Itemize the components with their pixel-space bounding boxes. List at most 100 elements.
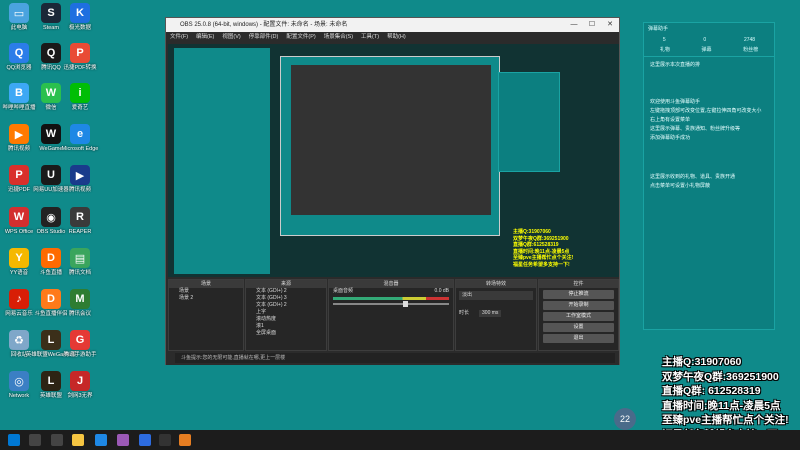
transition-select[interactable]: 淡出 bbox=[459, 291, 533, 300]
desktop-icon[interactable]: P 迅捷PDF转换 bbox=[62, 43, 98, 72]
transitions-dock: 转场特效 淡出 时长 300 ms bbox=[455, 279, 537, 351]
desktop-icon[interactable]: B 哔哩哔哩直播 bbox=[1, 83, 37, 112]
desktop-icon-label: 腾讯视频 bbox=[7, 146, 30, 152]
desktop-icon-label: WeGame bbox=[39, 146, 63, 152]
preview-overlay-text: 主播Q:31907060 双梦午夜Q群:369251900 直播Q群:6125283… bbox=[513, 229, 573, 268]
panel-text-bottom: 这里展示收到的礼物、道具、贵族开通 点击菜单可设置小礼物屏蔽 bbox=[644, 173, 774, 191]
source-item[interactable]: 上字 bbox=[246, 309, 326, 316]
desktop-icon-label: 网易云音乐 bbox=[5, 311, 33, 317]
window-title: OBS 25.0.8 (64-bit, windows) - 配置文件: 未命名… bbox=[180, 22, 348, 28]
desktop-icon[interactable]: Y YY语音 bbox=[1, 248, 37, 277]
scenes-dock: 场景 场景 场景 2 bbox=[168, 279, 244, 351]
desktop-icon[interactable]: i 爱奇艺 bbox=[62, 83, 98, 112]
preview-panel bbox=[498, 72, 560, 172]
menu-item[interactable]: 停靠部件(D) bbox=[249, 32, 279, 43]
source-item[interactable]: 文本 (GDI+) 2 bbox=[246, 302, 326, 309]
overlay-line: 至臻pve主播帮忙点个关注! bbox=[662, 414, 789, 426]
desktop-icon[interactable]: ▶ 腾讯视频 bbox=[1, 124, 37, 153]
danmaku-panel[interactable]: 弹幕助手 5 0 2748 礼物 弹幕 粉丝榜 这里展示本次直播的排 欢迎使用斗鱼弹幕助… bbox=[643, 22, 775, 330]
obs-window[interactable]: OBS 25.0.8 (64-bit, windows) - 配置文件: 未命名… bbox=[165, 17, 620, 365]
menu-item[interactable]: 视图(V) bbox=[222, 32, 240, 43]
desktop-icon-label: 腾讯QQ bbox=[41, 65, 61, 71]
obs-preview[interactable]: 主播Q:31907060 双梦午夜Q群:369251900 直播Q群:6125283… bbox=[168, 44, 619, 277]
panel-tab[interactable]: 弹幕 bbox=[701, 46, 711, 53]
panel-line: 这里展示弹幕、贵族通知、粉丝牌升级等 bbox=[650, 126, 741, 132]
search-icon[interactable] bbox=[29, 434, 41, 446]
overlay-line: 双梦午夜Q群:369251900 bbox=[662, 370, 779, 383]
source-item[interactable]: 滚动热度 bbox=[246, 316, 326, 323]
menu-item[interactable]: 工具(T) bbox=[361, 32, 379, 43]
panel-tab[interactable]: 礼物 bbox=[660, 46, 670, 53]
file-explorer-icon[interactable] bbox=[72, 434, 84, 446]
duration-label: 时长 bbox=[459, 310, 470, 316]
source-item[interactable]: 文本 (GDI+) 3 bbox=[246, 295, 326, 302]
mixer-volume-slider[interactable] bbox=[333, 301, 449, 307]
photoshop-icon[interactable] bbox=[139, 434, 151, 446]
bilibili-live-icon: B bbox=[9, 83, 29, 103]
desktop-icon-label: 极光数据 bbox=[68, 25, 91, 31]
tencent-docs-icon: ▤ bbox=[70, 248, 90, 268]
menu-item[interactable]: 场景集合(S) bbox=[324, 32, 353, 43]
menu-item[interactable]: 文件(F) bbox=[170, 32, 188, 43]
preview-line: 至臻pve主播帮忙点个关注! bbox=[513, 255, 574, 261]
overlay-line: 主播Q:31907060 bbox=[662, 356, 742, 368]
menu-item[interactable]: 帮助(H) bbox=[387, 32, 406, 43]
control-button[interactable]: 退出 bbox=[543, 334, 614, 343]
desktop-icon-label: 腾讯视频 bbox=[68, 187, 91, 193]
desktop-icon[interactable]: W WPS Office bbox=[1, 207, 37, 236]
menu-item[interactable]: 配置文件(P) bbox=[286, 32, 315, 43]
obs-icon: ◉ bbox=[41, 207, 61, 227]
source-item[interactable]: 全屏桌面 bbox=[246, 330, 326, 337]
panel-stat: 0 bbox=[703, 37, 707, 43]
desktop-icon[interactable]: R REAPER bbox=[62, 207, 98, 236]
desktop-icon[interactable]: J 剑网3无界 bbox=[62, 371, 98, 400]
control-button[interactable]: 停止推流 bbox=[543, 290, 614, 299]
desktop-icon[interactable]: ◎ Network bbox=[1, 371, 37, 400]
obs-icon[interactable] bbox=[159, 434, 171, 446]
qq-browser-icon: Q bbox=[9, 43, 29, 63]
stream-overlay-text: 主播Q:31907060 双梦午夜Q群:369251900 直播Q群: 612528… bbox=[662, 355, 800, 442]
jx3-icon: J bbox=[70, 371, 90, 391]
source-item[interactable]: 滚1 bbox=[246, 323, 326, 330]
panel-line: 添加弹幕助手成功 bbox=[650, 135, 691, 141]
edge-icon[interactable] bbox=[95, 434, 107, 446]
source-item[interactable]: 文本 (GDI+) 2 bbox=[246, 288, 326, 295]
panel-line: 这里展示收到的礼物、道具、贵族开通 bbox=[650, 174, 736, 180]
preview-nested-window bbox=[280, 56, 500, 236]
desktop-icon[interactable]: M 腾讯会议 bbox=[62, 289, 98, 318]
panel-title: 弹幕助手 bbox=[648, 26, 669, 32]
desktop-icon[interactable]: G 腾讯手游助手 bbox=[62, 330, 98, 359]
desktop-icon[interactable]: ▤ 腾讯文档 bbox=[62, 248, 98, 277]
desktop-icon[interactable]: ♪ 网易云音乐 bbox=[1, 289, 37, 318]
app-icon[interactable] bbox=[179, 434, 191, 446]
uu-accelerator-icon: U bbox=[41, 165, 61, 185]
control-button[interactable]: 开始录制 bbox=[543, 301, 614, 310]
task-view-icon[interactable] bbox=[51, 434, 63, 446]
reaper-icon: R bbox=[70, 207, 90, 227]
obs-title-bar[interactable]: OBS 25.0.8 (64-bit, windows) - 配置文件: 未命名… bbox=[166, 18, 619, 32]
desktop-icon[interactable]: K 极光数据 bbox=[62, 3, 98, 32]
panel-tab[interactable]: 粉丝榜 bbox=[743, 46, 758, 53]
desktop-icon[interactable]: ▭ 此电脑 bbox=[1, 3, 37, 32]
duration-input[interactable]: 300 ms bbox=[479, 310, 502, 317]
scene-item[interactable]: 场景 bbox=[169, 288, 243, 295]
scene-item[interactable]: 场景 2 bbox=[169, 295, 243, 302]
desktop-icon[interactable]: Q QQ浏览器 bbox=[1, 43, 37, 72]
windows-icon[interactable] bbox=[8, 434, 20, 446]
computer-icon: ▭ bbox=[9, 3, 29, 23]
desktop-icon[interactable]: ▶ 腾讯视频 bbox=[62, 165, 98, 194]
pdf-icon: P bbox=[9, 165, 29, 185]
control-button[interactable]: 工作室模式 bbox=[543, 312, 614, 321]
close-icon[interactable]: ✕ bbox=[601, 18, 619, 32]
menu-item[interactable]: 编辑(E) bbox=[196, 32, 214, 43]
panel-stat: 5 bbox=[662, 37, 666, 43]
premiere-icon[interactable] bbox=[117, 434, 129, 446]
maximize-icon[interactable]: ☐ bbox=[583, 18, 601, 32]
desktop-icon[interactable]: e Microsoft Edge bbox=[62, 124, 98, 153]
notification-badge[interactable]: 22 bbox=[614, 408, 636, 430]
desktop-icon[interactable]: P 迅捷PDF bbox=[1, 165, 37, 194]
minimize-icon[interactable]: — bbox=[565, 18, 583, 32]
control-button[interactable]: 设置 bbox=[543, 323, 614, 332]
desktop-icon-label: 迅捷PDF转换 bbox=[63, 65, 97, 71]
pdf-converter-icon: P bbox=[70, 43, 90, 63]
